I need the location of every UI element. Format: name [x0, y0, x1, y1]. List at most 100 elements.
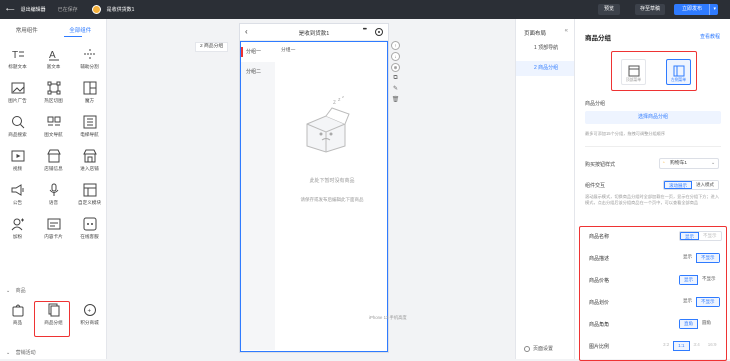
exit-editor-button[interactable]: 退出编辑器: [21, 6, 46, 13]
component-rubik[interactable]: 魔方: [72, 81, 107, 111]
buy-button-style-select[interactable]: ◔ 购物车1 ⌄: [659, 158, 719, 169]
component-hotspot[interactable]: 热区切图: [36, 81, 71, 111]
component-search[interactable]: 商品搜索: [0, 115, 35, 145]
svg-text:z: z: [333, 100, 336, 106]
toggle-option[interactable]: 显示: [679, 275, 698, 285]
component-label: 热区切图: [44, 98, 63, 103]
tab-common[interactable]: 常用组件: [0, 25, 54, 37]
component-divider[interactable]: 辅助分割: [72, 47, 107, 77]
store-logo-icon: [91, 5, 101, 14]
toggle-option[interactable]: 显示: [679, 297, 696, 307]
row-goods-corner-label: 商品角角: [589, 322, 610, 328]
component-voice[interactable]: 语音: [36, 183, 71, 213]
add-icon[interactable]: ⊕: [391, 63, 400, 72]
rubik-icon: [83, 81, 96, 95]
layout-item-top-nav[interactable]: 1 顶部导航: [516, 41, 574, 56]
component-points-mall[interactable]: + 积分商城: [72, 303, 107, 333]
section-marketing-title[interactable]: ⌄ 营销活动: [6, 349, 36, 356]
exit-icon[interactable]: ⟵: [6, 6, 15, 13]
component-announcement[interactable]: 公告: [0, 183, 35, 213]
component-image-nav[interactable]: 图文导航: [36, 115, 71, 145]
component-label: 商品搜索: [8, 132, 27, 137]
component-store-info[interactable]: 店铺信息: [36, 149, 71, 179]
component-label: 店铺信息: [44, 166, 63, 171]
component-goods[interactable]: 商品: [0, 303, 35, 333]
save-draft-button[interactable]: 存至草稿: [635, 4, 665, 15]
group-hint: 最多可添加15个分组，拖拽可调整分组顺序: [585, 131, 666, 136]
page-settings-button[interactable]: 页面设置: [524, 345, 553, 352]
divider: [585, 146, 721, 147]
properties-title: 商品分组: [585, 35, 611, 42]
ratio-option[interactable]: 1:1: [673, 341, 690, 351]
component-label: 标题文本: [8, 64, 27, 69]
help-tutorial-link[interactable]: 查看教程: [700, 33, 720, 40]
ratio-option[interactable]: 3:2: [659, 341, 674, 351]
component-label: 加粉: [12, 234, 23, 239]
move-up-icon[interactable]: ↑: [391, 41, 400, 50]
toggle-option[interactable]: 不显示: [698, 275, 720, 285]
category-heading: 分组一: [281, 48, 296, 53]
chevron-down-icon[interactable]: ▾: [713, 4, 716, 15]
copy-icon[interactable]: ⧉: [391, 74, 400, 83]
component-customer-service[interactable]: 在线客服: [72, 217, 107, 247]
preview-button[interactable]: 预览: [598, 4, 620, 15]
component-label: 语音: [48, 200, 59, 205]
ratio-option[interactable]: 3:4: [689, 341, 704, 351]
component-image-ad[interactable]: 图片广告: [0, 81, 35, 111]
template-top-menu[interactable]: 顶部菜单: [621, 59, 646, 85]
toggle-option[interactable]: 直角: [679, 319, 698, 329]
goods-icon: [12, 304, 23, 317]
active-tab-indicator: [64, 36, 82, 37]
editor-canvas: 2 商品分组 ‹ 是收到货款1 ••• 分组一 分组二 分组一 z z z 此处…: [107, 19, 515, 359]
component-label: 视频: [12, 166, 23, 171]
toggle-option[interactable]: 不显示: [696, 253, 720, 263]
move-down-icon[interactable]: ↓: [391, 52, 400, 61]
add-follower-icon: [11, 218, 24, 231]
target-icon[interactable]: [375, 28, 383, 36]
phone-height-hint: iPhone 13 手机高度: [369, 315, 407, 320]
more-icon[interactable]: •••: [363, 27, 367, 33]
image-nav-icon: [47, 116, 60, 126]
component-add-follower[interactable]: 加粉: [0, 217, 35, 247]
toggle-option[interactable]: 不显示: [699, 232, 721, 240]
interaction-option[interactable]: 滚动展示: [664, 181, 692, 189]
page-layout-panel: 页面布局 « 1 顶部导航 2 商品分组 页面设置: [515, 19, 575, 359]
interaction-option[interactable]: 进入模式: [692, 181, 718, 189]
image-ad-icon: [11, 82, 24, 94]
template-left-menu[interactable]: 左侧菜单: [666, 59, 691, 85]
select-group-button[interactable]: 选择商品分组: [585, 111, 721, 124]
toggle-option[interactable]: 圆角: [698, 319, 715, 329]
publish-button[interactable]: 立即发布 ▾: [674, 4, 718, 15]
goods-group-component[interactable]: 分组一 分组二 分组一 z z z 此处下暂时没有商品 请保存或发布后编辑此下面…: [240, 41, 388, 352]
component-tag[interactable]: 2 商品分组: [195, 42, 229, 52]
empty-state-text: 此处下暂时没有商品: [309, 178, 355, 184]
phone-header: ‹ 是收到货款1 •••: [240, 24, 388, 41]
ratio-option[interactable]: 16:9: [703, 341, 721, 351]
image-ratio-toggle: 3:2 1:1 3:4 16:9: [659, 341, 721, 351]
group-field-label: 商品分组: [585, 101, 606, 107]
row-goods-strike-label: 商品划价: [589, 300, 610, 306]
toggle-option[interactable]: 不显示: [696, 297, 720, 307]
publish-label: 立即发布: [681, 6, 702, 12]
component-panel: 常用组件 全部组件 T 标题文本 A 富文本 辅助分割 图片广告 热区切图 魔方: [0, 19, 107, 359]
toggle-option[interactable]: 显示: [679, 253, 696, 263]
category-sidebar: 分组一 分组二: [241, 42, 275, 350]
component-content-card[interactable]: 内容卡片: [36, 217, 71, 247]
edit-icon[interactable]: ✎: [391, 85, 400, 94]
category-item[interactable]: 分组一: [241, 42, 275, 62]
category-item[interactable]: 分组二: [241, 62, 275, 82]
section-goods-title[interactable]: ⌄ 商品: [6, 287, 26, 294]
properties-panel: 商品分组 查看教程 顶部菜单 左侧菜单 商品分组 选择商品分组 最多可添加15个…: [575, 19, 730, 361]
component-label: 在线客服: [80, 234, 99, 239]
component-custom-module[interactable]: 自定义模块: [72, 183, 107, 213]
delete-icon[interactable]: 🗑: [391, 96, 400, 105]
component-rich-text[interactable]: A 富文本: [36, 47, 71, 77]
collapse-icon[interactable]: «: [565, 28, 568, 34]
component-video[interactable]: 视频: [0, 149, 35, 179]
interaction-label: 组件交互: [585, 183, 606, 189]
component-enter-store[interactable]: 进入店铺: [72, 149, 107, 179]
layout-item-goods-group[interactable]: 2 商品分组: [516, 61, 574, 76]
component-title-text[interactable]: T 标题文本: [0, 47, 35, 77]
toggle-option[interactable]: 显示: [680, 232, 699, 240]
component-elevator-nav[interactable]: 电梯导航: [72, 115, 107, 145]
